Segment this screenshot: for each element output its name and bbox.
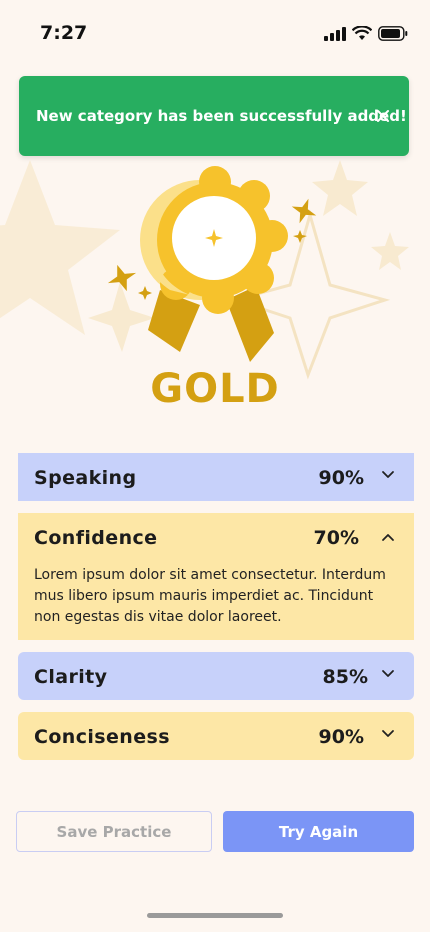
cellular-signal-icon [324,26,346,41]
category-confidence[interactable]: Confidence 70% Lorem ipsum dolor sit ame… [18,513,414,640]
category-title: Speaking [34,467,137,489]
chevron-down-icon[interactable] [380,665,396,681]
chevron-down-icon[interactable] [380,725,396,741]
category-header[interactable]: Speaking 90% [18,453,414,501]
category-title: Clarity [34,666,108,688]
category-clarity[interactable]: Clarity 85% [18,652,414,700]
success-toast: New category has been successfully added… [19,76,409,156]
category-conciseness[interactable]: Conciseness 90% [18,712,414,760]
save-practice-button[interactable]: Save Practice [16,811,212,852]
close-icon[interactable] [373,106,393,126]
category-speaking[interactable]: Speaking 90% [18,453,414,501]
chevron-up-icon[interactable] [380,530,396,546]
battery-icon [378,26,408,41]
status-icons [324,26,408,41]
category-title: Confidence [34,527,158,549]
chevron-down-icon[interactable] [380,466,396,482]
award-label: GOLD [150,366,280,412]
category-title: Conciseness [34,726,170,748]
wifi-icon [352,26,372,40]
home-indicator[interactable] [147,913,283,918]
status-time: 7:27 [40,22,88,44]
category-score: 90% [318,726,364,748]
category-score: 85% [322,666,368,688]
category-score: 90% [318,467,364,489]
category-header[interactable]: Conciseness 90% [18,712,414,760]
category-description: Lorem ipsum dolor sit amet consectetur. … [34,567,386,625]
category-header[interactable]: Confidence 70% [18,513,414,561]
category-score: 70% [313,527,359,549]
status-bar: 7:27 [0,0,430,70]
try-again-button[interactable]: Try Again [223,811,414,852]
category-header[interactable]: Clarity 85% [18,652,414,700]
toast-message: New category has been successfully added… [36,107,407,125]
